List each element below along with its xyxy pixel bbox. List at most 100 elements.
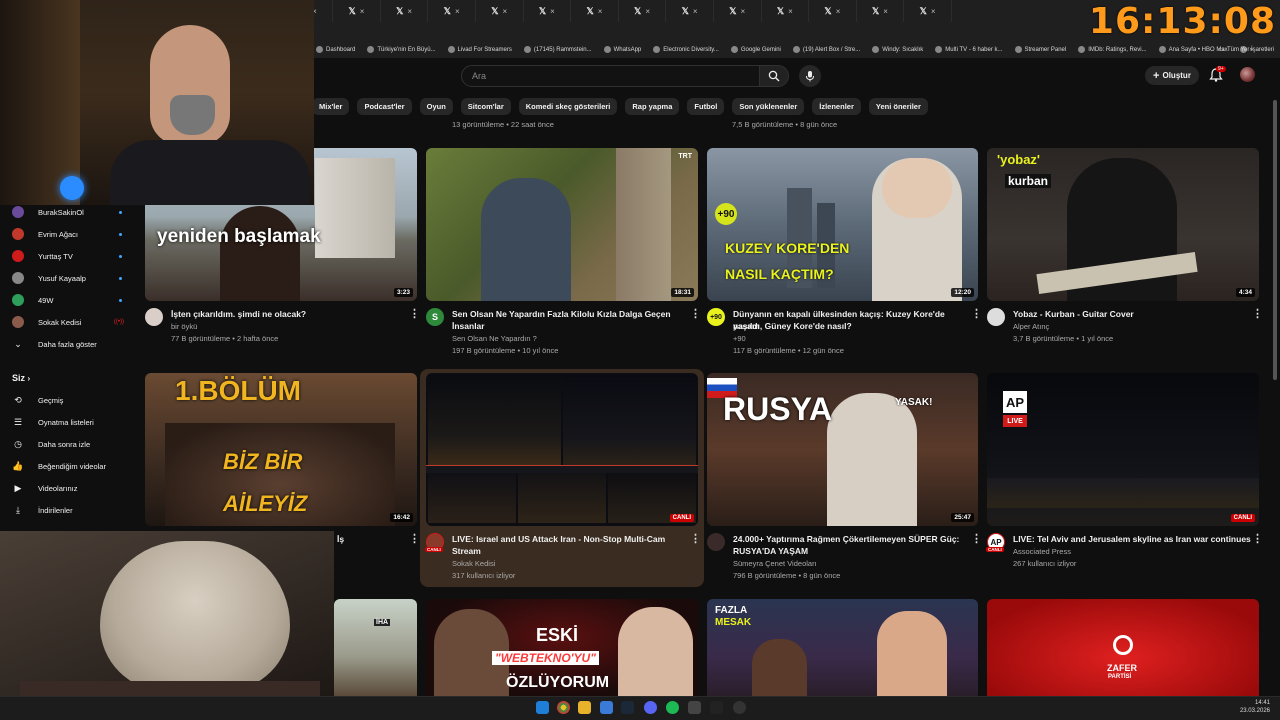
channel-name[interactable]: Sen Olsan Ne Yapardın ? xyxy=(452,334,537,343)
you-menu-item[interactable]: ⟲ Geçmiş xyxy=(12,392,136,408)
subscription-item[interactable]: Evrim Ağacı xyxy=(12,226,136,242)
bookmark-item[interactable]: Multi TV - 6 haber k... xyxy=(935,46,1003,53)
video-thumbnail[interactable]: ESKİ "WEBTEKNO'YU" ÖZLÜYORUM xyxy=(426,599,698,696)
bookmark-item[interactable]: (19) Alert Box / Stre... xyxy=(792,46,860,53)
search-button[interactable] xyxy=(759,65,789,87)
close-tab-icon[interactable]: × xyxy=(645,7,650,16)
close-tab-icon[interactable]: × xyxy=(931,7,936,16)
subscription-item[interactable]: 49W xyxy=(12,292,136,308)
browser-tab[interactable]: 𝕏× xyxy=(571,0,619,22)
subscription-item[interactable]: Sokak Kedisi ((•)) xyxy=(12,314,136,330)
browser-tab[interactable]: 𝕏× xyxy=(524,0,572,22)
channel-name[interactable]: Alper Atınç xyxy=(1013,322,1049,331)
browser-tab[interactable]: 𝕏× xyxy=(428,0,476,22)
you-menu-item[interactable]: ◷ Daha sonra izle xyxy=(12,436,136,452)
close-tab-icon[interactable]: × xyxy=(550,7,555,16)
more-options-icon[interactable]: ⋮ xyxy=(971,532,982,545)
search-input[interactable]: Ara xyxy=(461,65,761,87)
video-thumbnail[interactable]: İHA xyxy=(334,599,417,696)
category-chip[interactable]: Mix'ler xyxy=(312,98,350,115)
close-tab-icon[interactable]: × xyxy=(360,7,365,16)
video-title[interactable]: LIVE: Tel Aviv and Jerusalem skyline as … xyxy=(1013,533,1253,545)
channel-avatar[interactable] xyxy=(707,533,725,551)
bookmark-item[interactable]: Dashboard xyxy=(316,46,355,53)
obs-icon[interactable] xyxy=(733,701,746,714)
close-tab-icon[interactable]: × xyxy=(598,7,603,16)
scrollbar-thumb[interactable] xyxy=(1273,100,1277,380)
bookmark-item[interactable]: Livad For Streamers xyxy=(447,46,512,53)
category-chip[interactable]: Oyun xyxy=(419,98,453,115)
spotify-icon[interactable] xyxy=(666,701,679,714)
more-options-icon[interactable]: ⋮ xyxy=(690,307,701,320)
video-thumbnail[interactable]: ZAFER PARTİSİ xyxy=(987,599,1259,696)
video-title-line2[interactable]: RUSYA'DA YAŞAM xyxy=(733,545,808,557)
app-icon[interactable] xyxy=(688,701,701,714)
bookmark-item[interactable]: WhatsApp xyxy=(603,46,641,53)
video-title[interactable]: İş xyxy=(337,533,344,545)
bookmark-item[interactable]: Electronic Diversity... xyxy=(653,46,719,53)
subscription-item[interactable]: Yurttaş TV xyxy=(12,248,136,264)
video-title[interactable]: 24.000+ Yaptırıma Rağmen Çökertilemeyen … xyxy=(733,533,969,545)
browser-tab[interactable]: 𝕏× xyxy=(904,0,952,22)
video-title[interactable]: Sen Olsan Ne Yapardın Fazla Kilolu Kızla… xyxy=(452,308,688,320)
video-title[interactable]: İşten çıkarıldım. şimdi ne olacak? xyxy=(171,308,401,320)
browser-tab[interactable]: 𝕏× xyxy=(333,0,381,22)
browser-tab[interactable]: 𝕏× xyxy=(857,0,905,22)
channel-avatar[interactable]: +90 xyxy=(707,308,725,326)
category-chip[interactable]: Rap yapma xyxy=(625,98,680,115)
video-title-line2[interactable]: İnsanlar xyxy=(452,320,485,332)
browser-tab[interactable]: 𝕏× xyxy=(619,0,667,22)
video-title-line2[interactable]: Stream xyxy=(452,545,481,557)
channel-avatar[interactable] xyxy=(987,308,1005,326)
channel-name[interactable]: bir öykü xyxy=(171,322,197,331)
show-more-button[interactable]: ⌄ Daha fazla göster xyxy=(12,336,136,352)
close-tab-icon[interactable]: × xyxy=(455,7,460,16)
channel-name[interactable]: Associated Press xyxy=(1013,547,1071,556)
bookmark-item[interactable]: Windy: Sıcaklık xyxy=(872,46,923,53)
more-options-icon[interactable]: ⋮ xyxy=(409,307,420,320)
video-thumbnail[interactable]: FAZLA MESAK xyxy=(707,599,978,696)
bookmark-item[interactable]: Streamer Panel xyxy=(1014,46,1066,53)
you-menu-item[interactable]: 👍 Beğendiğim videolar xyxy=(12,458,136,474)
windows-start-icon[interactable] xyxy=(536,701,549,714)
video-thumbnail[interactable]: AP LIVE CANLI xyxy=(987,373,1259,526)
category-chip[interactable]: Yeni öneriler xyxy=(868,98,928,115)
video-title[interactable]: Yobaz - Kurban - Guitar Cover xyxy=(1013,308,1249,320)
video-thumbnail[interactable]: 'yobaz' kurban 4:34 xyxy=(987,148,1259,301)
category-chip[interactable]: Futbol xyxy=(687,98,725,115)
video-thumbnail[interactable]: +90 KUZEY KORE'DEN NASIL KAÇTIM? 12:20 xyxy=(707,148,978,301)
browser-tab[interactable]: 𝕏× xyxy=(381,0,429,22)
category-chip[interactable]: İzlenenler xyxy=(812,98,861,115)
browser-tab[interactable]: 𝕏× xyxy=(476,0,524,22)
you-menu-item[interactable]: ⤓ İndirilenler xyxy=(12,502,136,518)
close-tab-icon[interactable]: × xyxy=(788,7,793,16)
bookmark-item[interactable]: (17145) Rammstein... xyxy=(523,46,592,53)
close-tab-icon[interactable]: × xyxy=(503,7,508,16)
close-tab-icon[interactable]: × xyxy=(407,7,412,16)
more-options-icon[interactable]: ⋮ xyxy=(971,307,982,320)
channel-name[interactable]: +90 xyxy=(733,334,746,343)
more-options-icon[interactable]: ⋮ xyxy=(690,532,701,545)
subscription-item[interactable]: Yusuf Kayaalp xyxy=(12,270,136,286)
video-title[interactable]: LIVE: Israel and US Attack Iran - Non-St… xyxy=(452,533,688,545)
you-menu-item[interactable]: ☰ Oynatma listeleri xyxy=(12,414,136,430)
discord-icon[interactable] xyxy=(644,701,657,714)
taskbar-clock[interactable]: 14:41 23.03.2026 xyxy=(1240,699,1270,715)
browser-tab[interactable]: 𝕏× xyxy=(714,0,762,22)
app-icon[interactable] xyxy=(710,701,723,714)
channel-avatar[interactable] xyxy=(145,308,163,326)
you-section-header[interactable]: Siz › xyxy=(12,373,30,383)
chrome-icon[interactable] xyxy=(557,701,570,714)
channel-name[interactable]: Sümeyra Çenet Videoları xyxy=(733,559,817,568)
category-chip[interactable]: Sitcom'lar xyxy=(460,98,511,115)
you-menu-item[interactable]: ▶ Videolarınız xyxy=(12,480,136,496)
video-thumbnail[interactable]: TRT 18:31 xyxy=(426,148,698,301)
channel-avatar[interactable]: S xyxy=(426,308,444,326)
channel-name[interactable]: Sokak Kedisi xyxy=(452,559,495,568)
close-tab-icon[interactable]: × xyxy=(836,7,841,16)
bookmark-item[interactable]: Google Gemini xyxy=(730,46,781,53)
bookmark-item[interactable]: IMDb: Ratings, Revi... xyxy=(1078,46,1147,53)
bookmark-item[interactable]: Türkiye'nin En Büyü... xyxy=(367,46,436,53)
video-thumbnail[interactable]: RUSYA YASAK! 25:47 xyxy=(707,373,978,526)
more-options-icon[interactable]: ⋮ xyxy=(1252,532,1263,545)
